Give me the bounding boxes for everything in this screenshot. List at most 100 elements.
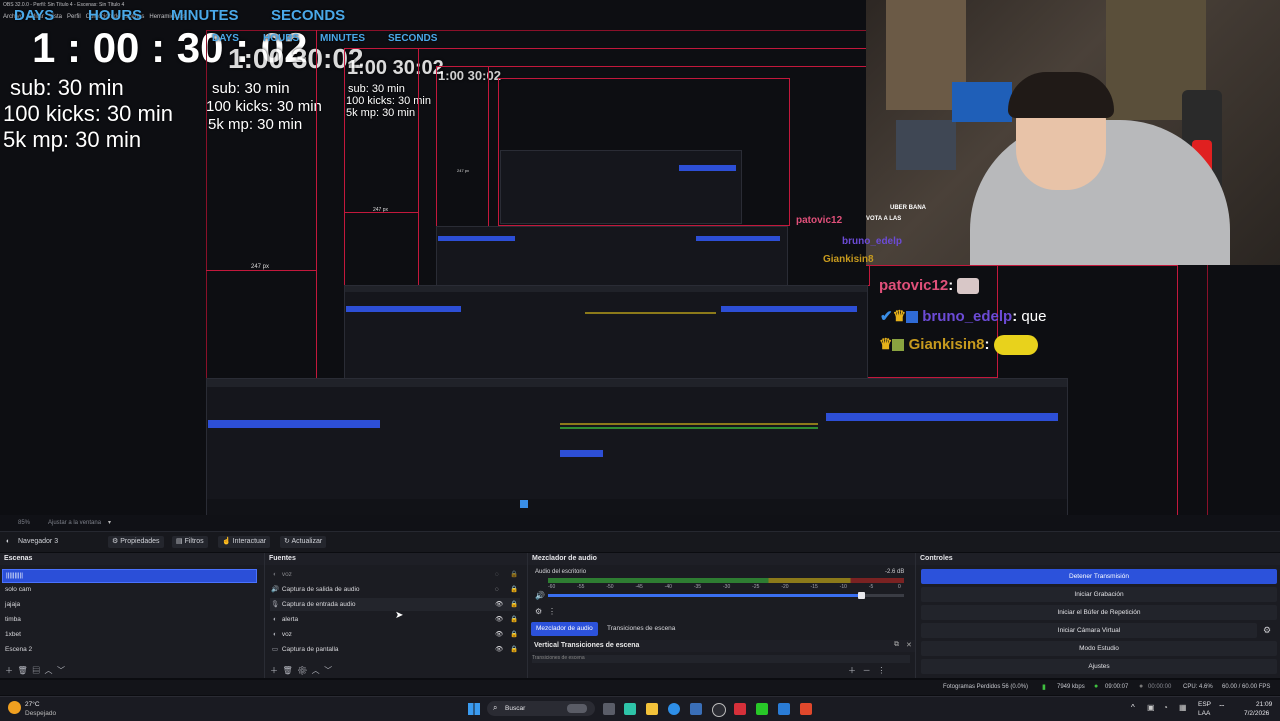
controls-title: Controles: [916, 553, 1280, 565]
tab-audio-mixer[interactable]: Mezclador de audio: [531, 622, 598, 636]
scene-item[interactable]: 1xbet: [2, 629, 21, 641]
clock-time[interactable]: 21:09: [1256, 701, 1272, 708]
meter-scale-tick: -35: [693, 584, 702, 590]
weather-temp[interactable]: 27°C: [25, 701, 40, 708]
source-item[interactable]: ◐ voz 👁 🔒: [270, 628, 520, 641]
wifi-icon[interactable]: ⌔: [1218, 703, 1226, 713]
teams-icon[interactable]: [624, 703, 636, 715]
chevron-down-icon[interactable]: ▾: [108, 519, 111, 526]
chevron-up-icon[interactable]: ^: [1131, 703, 1135, 712]
trash-icon[interactable]: 🗑: [282, 666, 292, 675]
start-virtual-camera-button[interactable]: Iniciar Cámara Virtual: [921, 623, 1257, 638]
taskbar-search[interactable]: ⌕ Buscar: [487, 701, 595, 716]
webcam-feed: [866, 0, 1280, 265]
signal-icon: ▮: [1042, 684, 1046, 691]
settings-button[interactable]: Ajustes: [921, 659, 1277, 674]
weather-desc[interactable]: Despejado: [25, 710, 56, 717]
chevron-up-icon[interactable]: ︿: [312, 666, 320, 675]
chevron-up-icon[interactable]: ︿: [45, 666, 53, 675]
close-icon[interactable]: ✕: [906, 641, 912, 649]
filters-label: Filtros: [184, 538, 204, 545]
gear-icon[interactable]: ⚙: [297, 666, 307, 675]
lock-icon[interactable]: 🔒: [510, 613, 518, 626]
start-recording-button[interactable]: Iniciar Grabación: [921, 587, 1277, 602]
clock-date[interactable]: 7/2/2026: [1244, 710, 1269, 717]
scene-item[interactable]: jajaja: [2, 599, 20, 611]
tray-icon[interactable]: ▣: [1147, 703, 1155, 712]
more-icon[interactable]: ⋮: [877, 666, 885, 675]
filter-icon[interactable]: ▤: [32, 666, 40, 675]
stop-streaming-button[interactable]: Detener Transmisión: [921, 569, 1277, 584]
tab-scene-transitions[interactable]: Transiciones de escena: [602, 622, 680, 636]
tray-icon[interactable]: ◔: [1163, 703, 1168, 712]
kick-icon[interactable]: [756, 703, 768, 715]
tray-icon[interactable]: ▦: [1179, 703, 1187, 712]
scene-item[interactable]: ||||||||||: [2, 569, 257, 583]
lock-icon[interactable]: 🔒: [510, 628, 518, 641]
eye-icon[interactable]: 👁: [495, 598, 503, 611]
refresh-button[interactable]: ↻ Actualizar: [280, 536, 327, 548]
weather-icon[interactable]: [8, 701, 21, 714]
add-icon[interactable]: ＋: [848, 666, 856, 675]
interact-button[interactable]: ☝ Interactuar: [218, 536, 271, 548]
minus-icon[interactable]: －: [863, 666, 871, 675]
eye-icon[interactable]: 👁: [495, 643, 503, 656]
lock-icon[interactable]: 🔒: [510, 643, 518, 656]
timer-label-days: DAYS: [14, 7, 55, 24]
chat-username: bruno_edelp: [922, 308, 1013, 325]
fps: 60.00 / 60.00 FPS: [1222, 684, 1271, 690]
chevron-down-icon[interactable]: ﹀: [324, 666, 332, 675]
edge-icon[interactable]: [668, 703, 680, 715]
volume-slider-handle[interactable]: [858, 592, 866, 599]
source-item[interactable]: 🔊 Captura de salida de audio ◌ 🔒: [270, 583, 520, 596]
lock-icon[interactable]: 🔒: [510, 598, 518, 611]
gear-icon[interactable]: ⚙: [535, 607, 542, 616]
lock-icon[interactable]: 🔒: [510, 583, 518, 596]
obs-icon[interactable]: [712, 703, 726, 717]
browser-icon: ◐: [273, 616, 277, 623]
undock-icon[interactable]: ⧉: [894, 641, 899, 649]
chevron-down-icon[interactable]: ﹀: [57, 666, 65, 675]
store-icon[interactable]: [690, 703, 702, 715]
source-label: Captura de pantalla: [281, 646, 339, 653]
windows-start-icon[interactable]: [468, 703, 480, 715]
more-icon[interactable]: ⋮: [548, 607, 556, 616]
menu-perfil[interactable]: Perfil: [67, 14, 81, 20]
language-variant[interactable]: LAA: [1198, 710, 1210, 717]
studio-mode-button[interactable]: Modo Estudio: [921, 641, 1277, 656]
eye-hidden-icon[interactable]: ◌: [495, 583, 499, 596]
eye-icon[interactable]: 👁: [495, 613, 503, 626]
source-toolbar: ◐ Navegador 3 ⚙ Propiedades ▤ Filtros ☝ …: [0, 531, 1280, 552]
scene-item[interactable]: timba: [2, 614, 21, 626]
trash-icon[interactable]: 🗑: [17, 666, 27, 675]
add-icon[interactable]: ＋: [5, 666, 13, 675]
filters-button[interactable]: ▤ Filtros: [172, 536, 208, 548]
wall-screen: [952, 82, 1012, 122]
vertical-transition-select[interactable]: Transiciones de escena: [532, 655, 910, 663]
lock-icon[interactable]: 🔒: [510, 568, 518, 581]
preview-status-row: 85% Ajustar a la ventana ▾: [0, 515, 1280, 531]
app-icon[interactable]: [734, 703, 746, 715]
task-view-icon[interactable]: [603, 703, 615, 715]
source-icon: ◐: [6, 538, 11, 545]
eye-hidden-icon[interactable]: ◌: [495, 568, 499, 581]
start-replay-buffer-button[interactable]: Iniciar el Búfer de Repetición: [921, 605, 1277, 620]
scene-item[interactable]: solo cam: [2, 584, 31, 596]
source-item[interactable]: ▭ Captura de pantalla 👁 🔒: [270, 643, 520, 656]
gear-icon[interactable]: ⚙: [1263, 625, 1271, 636]
brave-icon[interactable]: [800, 703, 812, 715]
fit-to-window[interactable]: Ajustar a la ventana: [48, 520, 101, 526]
file-explorer-icon[interactable]: [646, 703, 658, 715]
language-code[interactable]: ESP: [1198, 701, 1211, 708]
source-item[interactable]: ◐ voz ◌ 🔒: [270, 568, 520, 581]
add-icon[interactable]: ＋: [270, 666, 278, 675]
obs-preview[interactable]: OBS 32.0.0 - Perfil: Sin Título 4 - Esce…: [0, 0, 1280, 515]
speaker-icon[interactable]: 🔊: [535, 591, 545, 600]
eye-icon[interactable]: 👁: [495, 628, 503, 641]
scene-item[interactable]: Escena 2: [2, 644, 32, 656]
properties-button[interactable]: ⚙ Propiedades: [108, 536, 164, 548]
dimension-label: 247 px: [251, 264, 270, 270]
zoom-level[interactable]: 85%: [18, 520, 30, 526]
notepad-icon[interactable]: [778, 703, 790, 715]
emote-icon: [993, 335, 1038, 356]
